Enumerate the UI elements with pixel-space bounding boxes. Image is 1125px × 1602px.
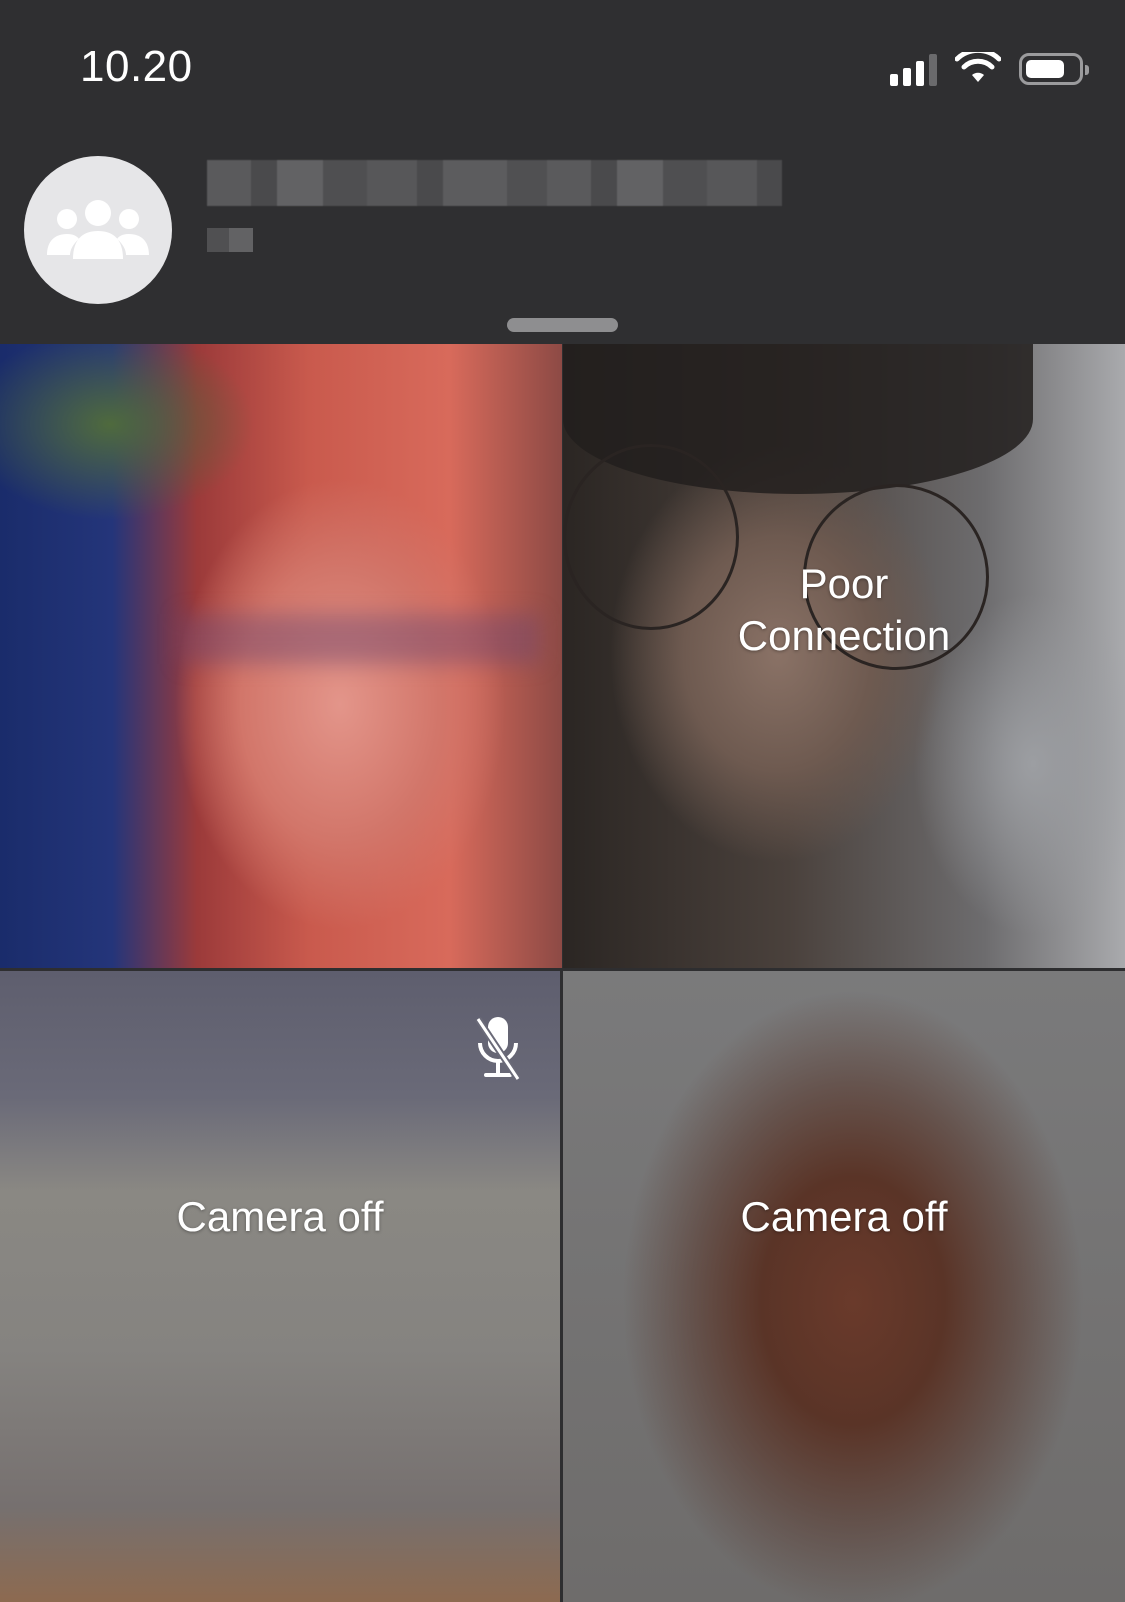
drag-handle[interactable] [507, 318, 618, 332]
camera-off-label: Camera off [176, 1193, 384, 1240]
battery-icon [1019, 53, 1089, 85]
group-icon [47, 200, 149, 259]
cellular-signal-icon [890, 52, 937, 86]
status-time: 10.20 [80, 42, 193, 91]
participant-video-tile[interactable]: Poor Connection [563, 344, 1125, 968]
call-title-redacted [207, 160, 782, 206]
call-subtitle-redacted [207, 228, 253, 252]
participant-video-tile[interactable] [0, 344, 562, 968]
call-header: 10.20 [0, 0, 1125, 344]
poor-connection-label: Poor Connection [737, 560, 951, 659]
status-icons [890, 52, 1089, 86]
participant-camera-off-tile[interactable]: Camera off [0, 971, 560, 1602]
microphone-muted-icon [475, 1017, 521, 1081]
camera-off-label: Camera off [740, 1193, 948, 1240]
wifi-icon [955, 52, 1001, 82]
participant-camera-off-tile[interactable]: Camera off [563, 971, 1125, 1602]
video-call-screen: 10.20 Poor Connection Camera off Camera … [0, 0, 1125, 1602]
group-avatar[interactable] [24, 156, 172, 304]
